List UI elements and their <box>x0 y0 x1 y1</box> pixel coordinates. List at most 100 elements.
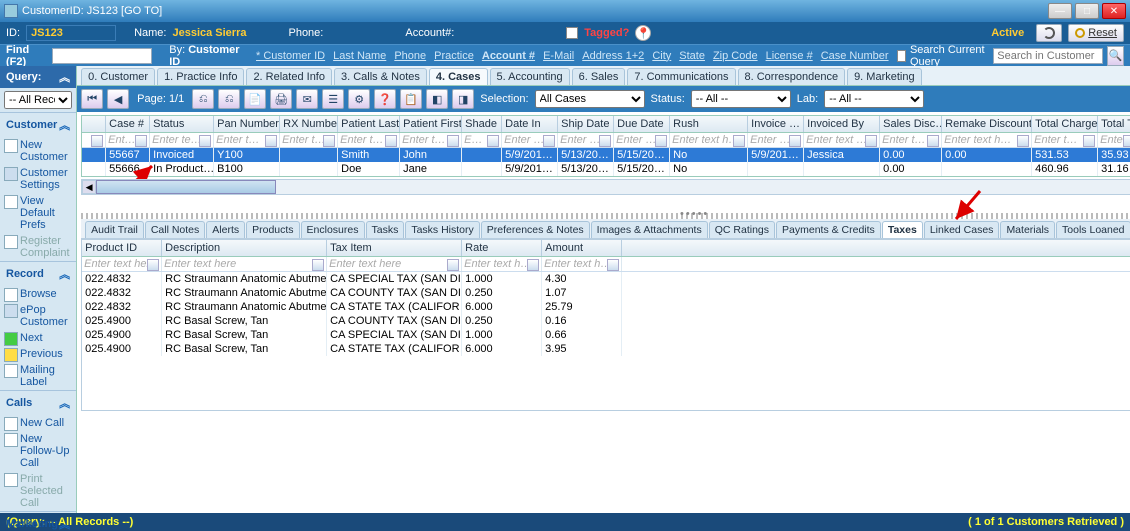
search-customer-button[interactable]: 🔍 <box>1107 46 1124 66</box>
sidebar-item[interactable]: Mailing Label <box>0 362 76 390</box>
detail-tab[interactable]: Tasks <box>366 221 405 238</box>
find-field-link[interactable]: License # <box>764 50 815 62</box>
find-field-link[interactable]: Last Name <box>331 50 388 62</box>
close-button[interactable]: ✕ <box>1102 3 1126 19</box>
section-tab[interactable]: 7. Communications <box>627 68 735 85</box>
find-field-link[interactable]: Practice <box>432 50 476 62</box>
taxes-row[interactable]: 025.4900RC Basal Screw, TanCA COUNTY TAX… <box>82 314 1130 328</box>
column-header[interactable]: Sales Disc… <box>880 116 942 132</box>
column-filter[interactable]: Enter t… <box>1032 133 1098 147</box>
tagged-checkbox[interactable] <box>566 27 578 39</box>
column-header[interactable]: Shade <box>462 116 502 132</box>
cases-hscroll[interactable]: ◀ ▶ <box>81 179 1130 195</box>
detail-tab[interactable]: QC Ratings <box>709 221 775 238</box>
sidebar-item[interactable]: Previous <box>0 346 76 362</box>
section-tab[interactable]: 2. Related Info <box>246 68 332 85</box>
detail-tab[interactable]: Images & Attachments <box>591 221 708 238</box>
section-tab[interactable]: 4. Cases <box>429 68 488 85</box>
find-input[interactable] <box>52 48 152 64</box>
sidebar-item[interactable]: New Customer <box>0 137 76 165</box>
taxes-row[interactable]: 022.4832RC Straumann Anatomic AbutmentCA… <box>82 272 1130 286</box>
detail-tab[interactable]: Products <box>246 221 299 238</box>
panel-header[interactable]: Record︽ <box>0 262 76 286</box>
detail-tab[interactable]: Tools Loaned <box>1056 221 1130 238</box>
id-value[interactable]: JS123 <box>26 25 116 41</box>
find-field-link[interactable]: Account # <box>480 50 537 62</box>
by-combo[interactable]: By: Customer ID <box>169 44 242 68</box>
column-header[interactable]: Amount <box>542 240 622 256</box>
column-filter[interactable]: Enter … <box>614 133 670 147</box>
column-header[interactable]: Remake Discount <box>942 116 1032 132</box>
column-filter[interactable]: Enter te… <box>150 133 214 147</box>
column-filter[interactable]: Enter text h… <box>670 133 748 147</box>
column-header[interactable]: Rush <box>670 116 748 132</box>
sidebar-item[interactable]: Next <box>0 330 76 346</box>
panel-header[interactable]: Marketing︽ <box>0 512 76 531</box>
sidebar-item[interactable]: Browse <box>0 286 76 302</box>
nav-prev-button[interactable]: ◀ <box>107 89 129 109</box>
detail-tab[interactable]: Preferences & Notes <box>481 221 590 238</box>
column-header[interactable]: RX Number <box>280 116 338 132</box>
column-header[interactable]: Product ID <box>82 240 162 256</box>
detail-tab[interactable]: Alerts <box>206 221 245 238</box>
find-field-link[interactable]: Case Number <box>819 50 891 62</box>
column-header[interactable]: Patient First <box>400 116 462 132</box>
sidebar-item[interactable]: New Follow-Up Call <box>0 431 76 471</box>
detail-tab[interactable]: Call Notes <box>145 221 205 238</box>
section-tab[interactable]: 8. Correspondence <box>738 68 846 85</box>
section-tab[interactable]: 9. Marketing <box>847 68 922 85</box>
refresh-button[interactable] <box>1036 24 1062 42</box>
find-field-link[interactable]: State <box>677 50 707 62</box>
detail-tab[interactable]: Audit Trail <box>85 221 144 238</box>
column-filter[interactable]: Enter text h… <box>542 257 622 271</box>
column-header[interactable]: Patient Last <box>338 116 400 132</box>
tool-5[interactable]: ✉ <box>296 89 318 109</box>
column-header[interactable]: Total T <box>1098 116 1130 132</box>
cases-row[interactable]: 55667InvoicedY100SmithJohn5/9/201…5/13/2… <box>82 148 1130 162</box>
search-customer-input[interactable] <box>993 48 1103 64</box>
column-filter[interactable]: Enter text … <box>804 133 880 147</box>
column-filter[interactable]: Enter … <box>748 133 804 147</box>
column-filter[interactable]: Enter text here <box>82 257 162 271</box>
column-header[interactable] <box>82 116 106 132</box>
cases-row[interactable]: 55666In Product…B100DoeJane5/9/201…5/13/… <box>82 162 1130 176</box>
column-filter[interactable] <box>82 133 106 147</box>
selection-combo[interactable]: All Cases <box>535 90 645 108</box>
column-filter[interactable]: Enter … <box>502 133 558 147</box>
reset-button[interactable]: Reset <box>1068 24 1124 42</box>
tool-6[interactable]: ☰ <box>322 89 344 109</box>
detail-tab[interactable]: Enclosures <box>301 221 365 238</box>
detail-tab[interactable]: Taxes <box>882 221 923 238</box>
find-field-link[interactable]: * Customer ID <box>254 50 327 62</box>
tool-3[interactable]: 📄 <box>244 89 266 109</box>
section-tab[interactable]: 5. Accounting <box>490 68 570 85</box>
column-header[interactable]: Invoiced By <box>804 116 880 132</box>
minimize-button[interactable]: — <box>1048 3 1072 19</box>
sidebar-item[interactable]: ePop Customer <box>0 302 76 330</box>
column-filter[interactable]: Enter text h… <box>942 133 1032 147</box>
section-tab[interactable]: 3. Calls & Notes <box>334 68 427 85</box>
tool-11[interactable]: ◨ <box>452 89 474 109</box>
sidebar-item[interactable]: View Default Prefs <box>0 193 76 233</box>
sidebar-item[interactable]: New Call <box>0 415 76 431</box>
column-header[interactable]: Due Date <box>614 116 670 132</box>
detail-tab[interactable]: Tasks History <box>405 221 479 238</box>
pin-icon[interactable]: 📍 <box>635 25 651 41</box>
column-header[interactable]: Date In <box>502 116 558 132</box>
tool-8[interactable]: ❓ <box>374 89 396 109</box>
panel-header[interactable]: Calls︽ <box>0 391 76 415</box>
tool-9[interactable]: 📋 <box>400 89 422 109</box>
column-filter[interactable]: Enter t <box>1098 133 1130 147</box>
detail-tab[interactable]: Materials <box>1000 221 1055 238</box>
panel-header[interactable]: Customer︽ <box>0 113 76 137</box>
query-combo[interactable]: -- All Records -- <box>4 91 72 109</box>
column-header[interactable]: Pan Number <box>214 116 280 132</box>
column-filter[interactable]: Enter t… <box>400 133 462 147</box>
column-header[interactable]: Rate <box>462 240 542 256</box>
column-filter[interactable]: Enter text here <box>327 257 462 271</box>
column-filter[interactable]: Enter t… <box>338 133 400 147</box>
find-field-link[interactable]: Zip Code <box>711 50 760 62</box>
column-filter[interactable]: Enter t… <box>214 133 280 147</box>
section-tab[interactable]: 0. Customer <box>81 68 155 85</box>
column-header[interactable]: Ship Date <box>558 116 614 132</box>
